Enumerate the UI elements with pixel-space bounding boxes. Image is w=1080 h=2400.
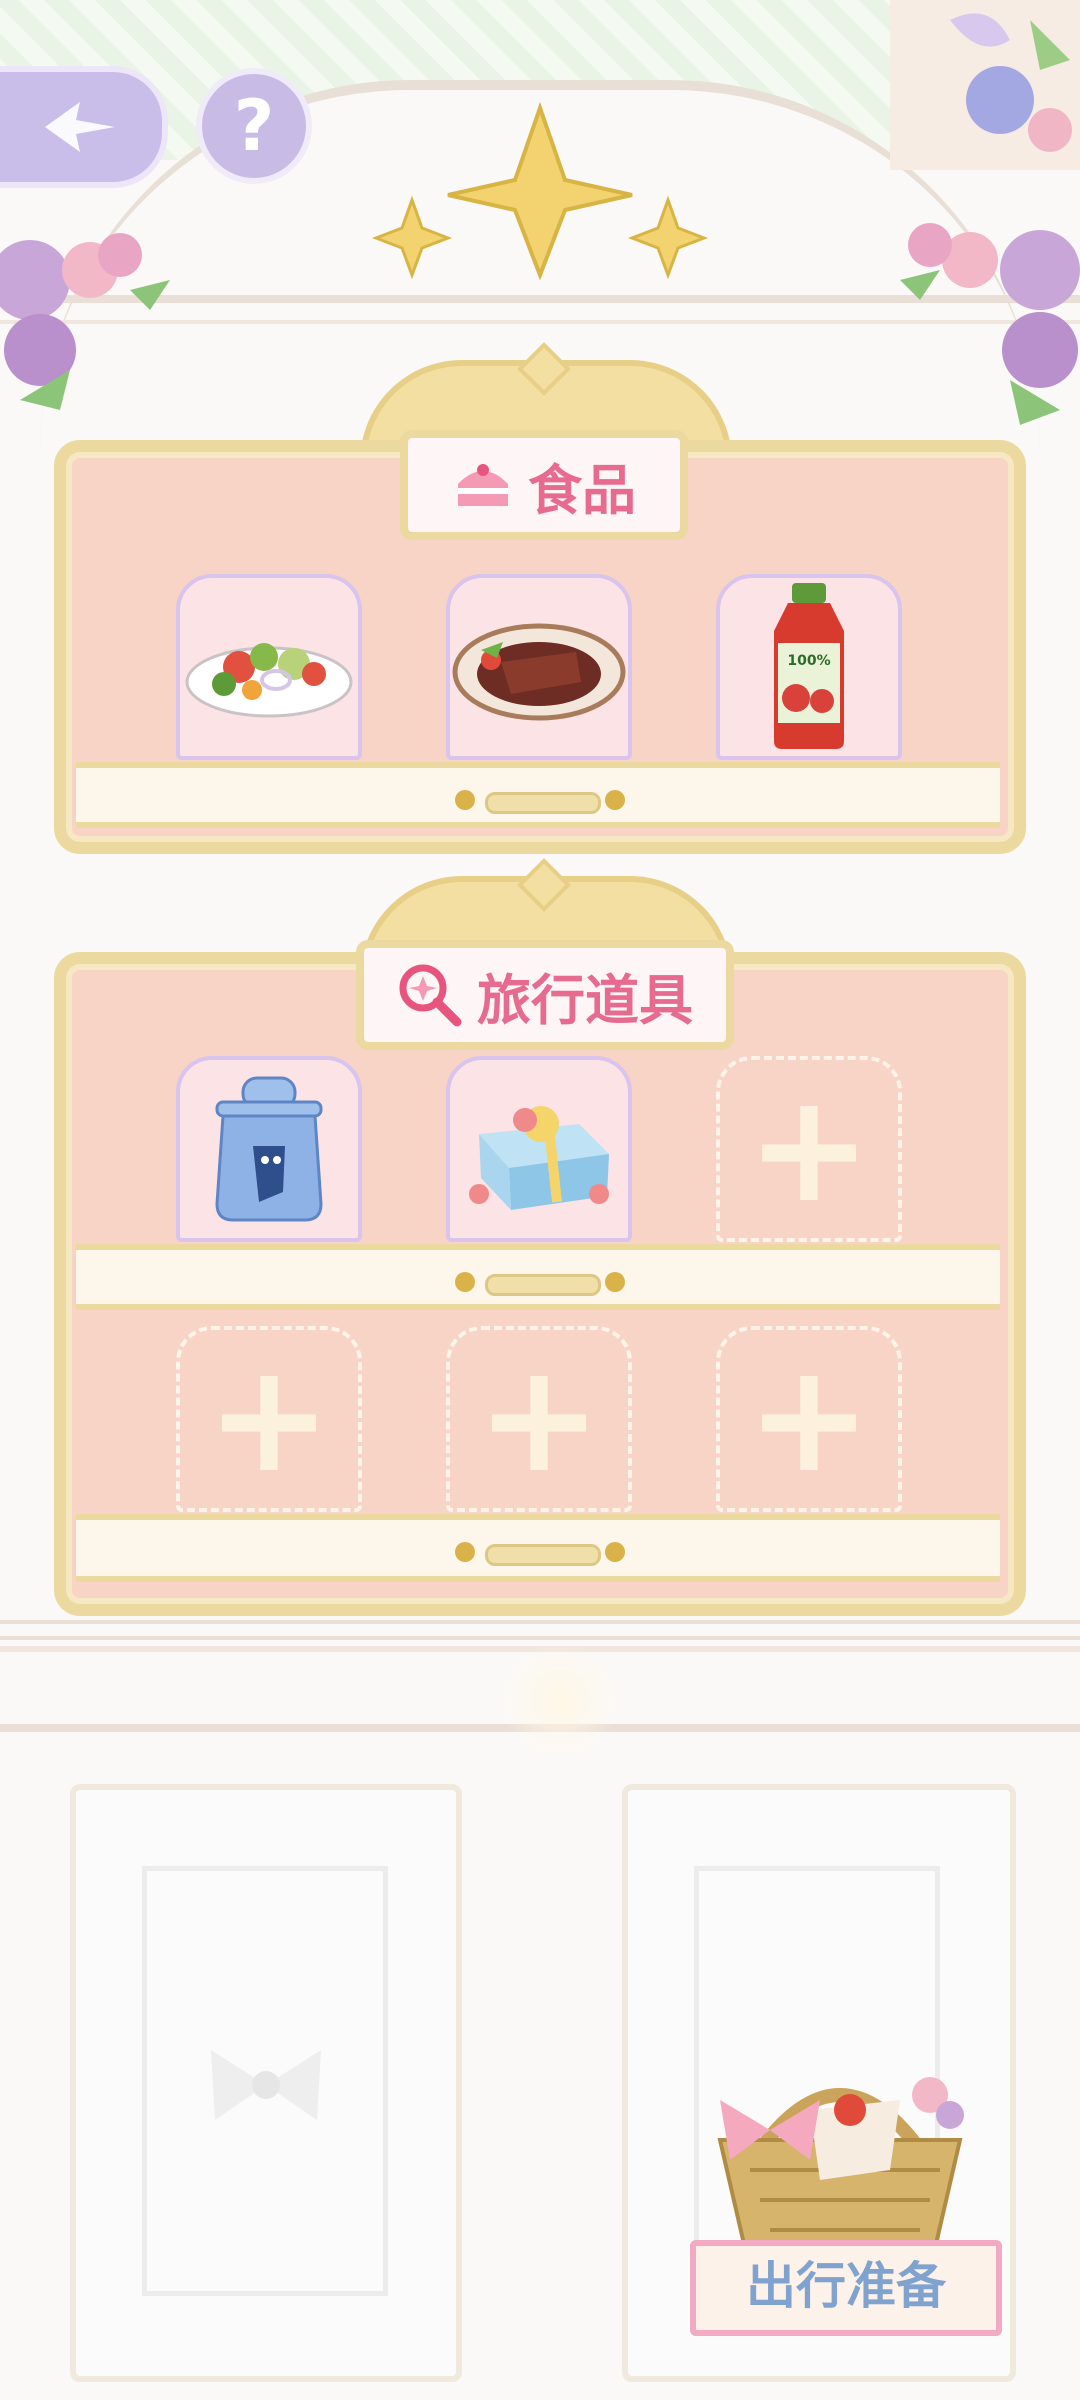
- bow-icon: [211, 2050, 321, 2120]
- food-shelf-knob: [455, 788, 625, 814]
- flower-decoration-right: [890, 200, 1080, 430]
- travel-prepare-button[interactable]: 出行准备: [690, 2240, 1002, 2336]
- travel-empty-slot-3[interactable]: +: [446, 1326, 632, 1512]
- food-slot-salad[interactable]: [176, 574, 362, 760]
- travel-empty-slot-2[interactable]: +: [176, 1326, 362, 1512]
- cake-icon: [458, 464, 508, 506]
- travel-empty-slot-1[interactable]: +: [716, 1056, 902, 1242]
- star-ornament: [370, 100, 710, 281]
- travel-title: 旅行道具: [477, 968, 693, 1032]
- bottle-icon: [215, 1076, 323, 1222]
- salad-icon: [185, 643, 353, 718]
- travel-title-plate: 旅行道具: [356, 940, 734, 1050]
- food-slot-tomato-juice[interactable]: 100%: [716, 574, 902, 760]
- sparkle-glow: [500, 1640, 620, 1760]
- magnifier-icon: [399, 964, 462, 1027]
- steak-icon: [452, 623, 626, 721]
- add-item-icon: +: [206, 1332, 332, 1506]
- cabinet-band: [0, 1620, 1080, 1640]
- add-item-icon: +: [746, 1332, 872, 1506]
- add-item-icon: +: [476, 1332, 602, 1506]
- back-button[interactable]: [0, 66, 168, 188]
- help-label: ?: [233, 85, 275, 167]
- food-slot-steak[interactable]: [446, 574, 632, 760]
- travel-shelf-knob-1: [455, 1270, 625, 1296]
- help-button[interactable]: ?: [196, 68, 312, 184]
- travel-slot-gift[interactable]: [446, 1056, 632, 1242]
- back-arrow-icon: [45, 102, 115, 152]
- ribbon-flowers-top-right: [890, 0, 1080, 170]
- food-title-plate: 食品: [400, 430, 688, 540]
- flower-decoration-left: [0, 220, 180, 420]
- travel-shelf-knob-2: [455, 1540, 625, 1566]
- prepare-label: 出行准备: [746, 2257, 946, 2315]
- food-title: 食品: [528, 458, 636, 522]
- add-item-icon: +: [746, 1062, 872, 1236]
- juice-label: 100%: [787, 653, 830, 669]
- left-door: [70, 1784, 462, 2382]
- travel-slot-bottle[interactable]: [176, 1056, 362, 1242]
- juice-bottle-icon: 100%: [774, 583, 844, 749]
- travel-empty-slot-4[interactable]: +: [716, 1326, 902, 1512]
- gift-icon: [469, 1106, 609, 1210]
